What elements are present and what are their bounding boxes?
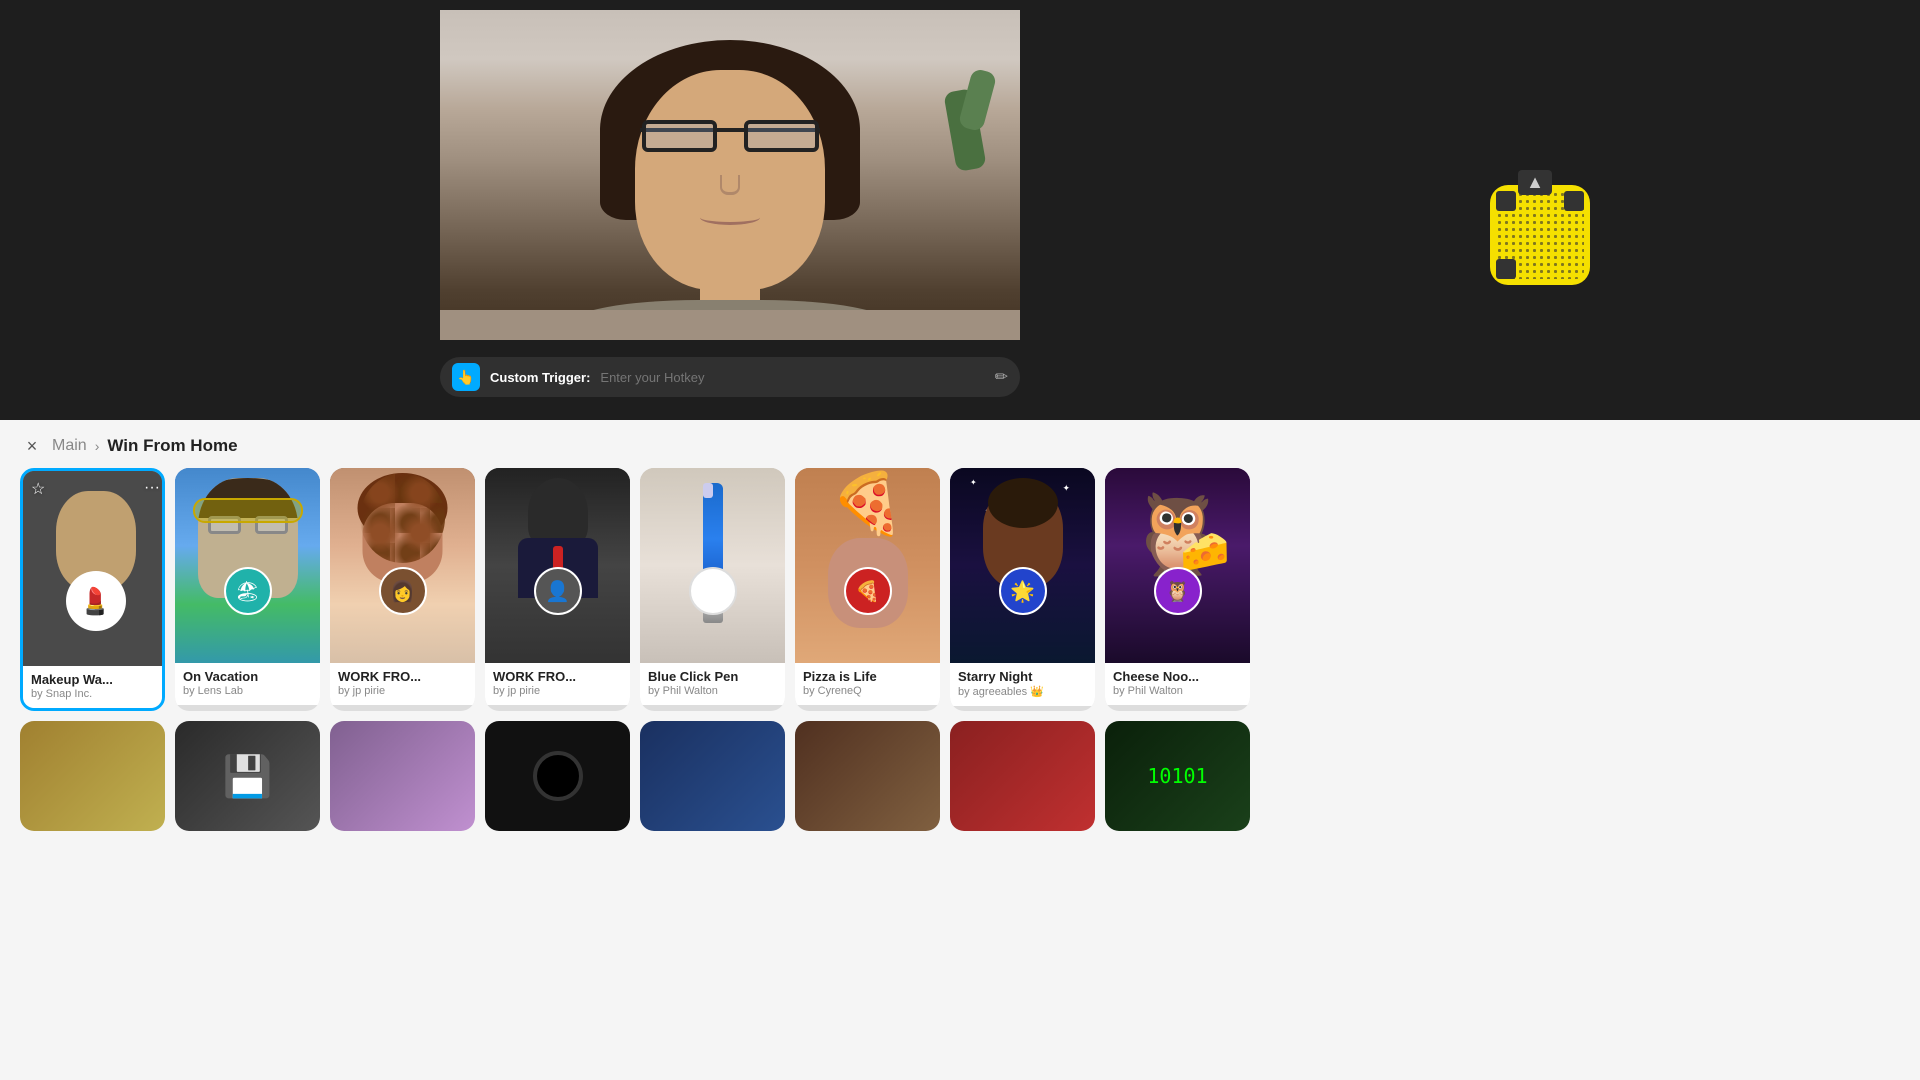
trigger-label: Custom Trigger: <box>490 370 590 385</box>
card-name: On Vacation <box>183 669 312 684</box>
card-avatar4: 🖊 <box>689 567 737 615</box>
filter-card-r2-8[interactable]: 10101 <box>1105 721 1250 831</box>
filter-card-r2-6[interactable] <box>795 721 940 831</box>
favorite-icon[interactable]: ☆ <box>31 479 45 499</box>
filter-card-cheese-noo[interactable]: 🦉 🧀 🦉 Cheese Noo... by Phil Walton <box>1105 468 1250 711</box>
card-name: Cheese Noo... <box>1113 669 1242 684</box>
filter-card-starry-night[interactable]: ✦ ✦ ✦ ✦ 🌟 Starry Night by agreeables 👑 <box>950 468 1095 711</box>
filter-card-r2-3[interactable] <box>330 721 475 831</box>
card-author: by jp pirie <box>338 685 467 697</box>
card-name: Blue Click Pen <box>648 669 777 684</box>
filter-card-r2-1[interactable] <box>20 721 165 831</box>
custom-trigger-bar: 👆 Custom Trigger: ✏ <box>440 357 1020 397</box>
breadcrumb-chevron-icon: › <box>95 438 100 454</box>
card-author: by Snap Inc. <box>31 688 154 700</box>
card-name: Pizza is Life <box>803 669 932 684</box>
close-button[interactable]: × <box>20 434 44 458</box>
filter-card-r2-7[interactable] <box>950 721 1095 831</box>
filter-card-r2-5[interactable] <box>640 721 785 831</box>
card-name: WORK FRO... <box>338 669 467 684</box>
card-avatar5: 🍕 <box>844 567 892 615</box>
filter-card-on-vacation[interactable]: 🏖 On Vacation by Lens Lab <box>175 468 320 711</box>
card-author: by jp pirie <box>493 685 622 697</box>
card-name: WORK FRO... <box>493 669 622 684</box>
card-author: by agreeables 👑 <box>958 685 1087 698</box>
card-avatar6: 🌟 <box>999 567 1047 615</box>
hotkey-input[interactable] <box>600 370 984 385</box>
trigger-icon[interactable]: 👆 <box>452 363 480 391</box>
snapcode[interactable]: 💄 <box>1490 185 1590 285</box>
filter-card-workfro1[interactable]: 👩 WORK FRO... by jp pirie <box>330 468 475 711</box>
filter-card-r2-4[interactable] <box>485 721 630 831</box>
breadcrumb-current: Win From Home <box>107 436 237 456</box>
filter-grid-row1: 💄 ☆ ··· Makeup Wa... by Snap Inc. <box>0 468 1920 711</box>
card-author: by Phil Walton <box>648 685 777 697</box>
card-avatar7: 🦉 <box>1154 567 1202 615</box>
card-avatar2: 👩 <box>379 567 427 615</box>
card-avatar3: 👤 <box>534 567 582 615</box>
breadcrumb: × Main › Win From Home <box>0 420 1920 468</box>
card-author: by Lens Lab <box>183 685 312 697</box>
lens-browser-panel: × Main › Win From Home 💄 ☆ ··· Makeup Wa… <box>0 420 1920 1080</box>
scroll-up-button[interactable]: ▲ <box>1518 170 1552 195</box>
breadcrumb-main[interactable]: Main <box>52 437 87 455</box>
filter-card-makeup-wa[interactable]: 💄 ☆ ··· Makeup Wa... by Snap Inc. <box>20 468 165 711</box>
card-name: Makeup Wa... <box>31 672 154 687</box>
more-options-icon[interactable]: ··· <box>144 479 160 497</box>
card-avatar: 🏖 <box>224 567 272 615</box>
filter-card-pizza-is-life[interactable]: 🍕 🍕 Pizza is Life by CyreneQ <box>795 468 940 711</box>
video-preview <box>440 10 1020 340</box>
filter-grid-row2: 💾 10101 <box>0 711 1920 831</box>
card-author: by CyreneQ <box>803 685 932 697</box>
filter-card-blue-click-pen[interactable]: 🖊 Blue Click Pen by Phil Walton <box>640 468 785 711</box>
filter-card-workfro2[interactable]: 👤 WORK FRO... by jp pirie <box>485 468 630 711</box>
card-name: Starry Night <box>958 669 1087 684</box>
filter-card-r2-2[interactable]: 💾 <box>175 721 320 831</box>
card-author: by Phil Walton <box>1113 685 1242 697</box>
edit-hotkey-button[interactable]: ✏ <box>995 367 1008 387</box>
